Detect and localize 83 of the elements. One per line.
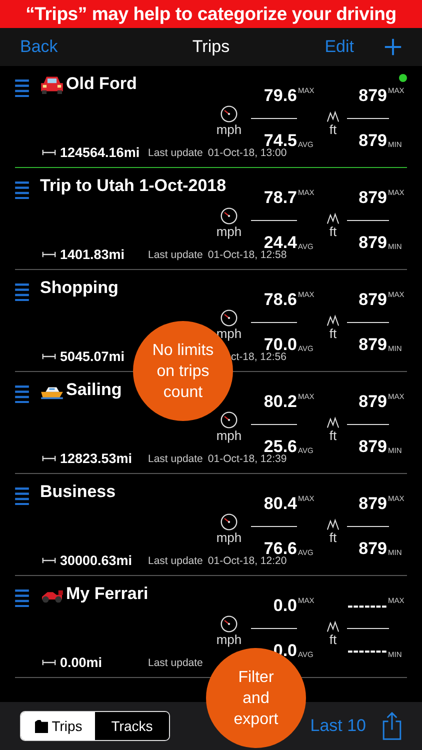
distance-icon bbox=[42, 353, 56, 360]
reorder-icon[interactable] bbox=[15, 384, 29, 403]
add-icon[interactable] bbox=[384, 38, 402, 56]
mountain-icon bbox=[327, 110, 339, 123]
trip-title: Sailing bbox=[66, 380, 122, 400]
distance-icon bbox=[42, 557, 56, 564]
back-button[interactable]: Back bbox=[20, 37, 58, 57]
speed-unit: mph bbox=[216, 530, 242, 544]
speedometer-icon bbox=[220, 308, 238, 326]
last-update-label: Last update bbox=[148, 146, 203, 158]
speed-unit: mph bbox=[216, 224, 242, 238]
trip-distance: 124564.16mi bbox=[60, 145, 141, 160]
max-speed: 78.6 bbox=[262, 290, 297, 310]
reorder-icon[interactable] bbox=[15, 282, 29, 301]
mountain-icon bbox=[327, 416, 339, 429]
reorder-icon[interactable] bbox=[15, 486, 29, 505]
segment-tab[interactable]: Trips bbox=[21, 712, 95, 740]
altitude-unit: ft bbox=[329, 225, 337, 239]
min-altitude: 879 bbox=[358, 335, 387, 355]
altitude-unit: ft bbox=[329, 633, 337, 647]
speedometer-icon bbox=[220, 410, 238, 428]
max-altitude: 879 bbox=[358, 290, 387, 310]
mountain-icon bbox=[327, 518, 339, 531]
last-update-label: Last update bbox=[148, 656, 203, 668]
trip-title: Trip to Utah 1-Oct-2018 bbox=[40, 176, 226, 196]
trip-distance: 0.00mi bbox=[60, 655, 104, 670]
folder-icon bbox=[34, 720, 49, 732]
car-icon bbox=[40, 74, 64, 94]
segment-tab[interactable]: Tracks bbox=[95, 712, 169, 740]
altitude-unit: ft bbox=[329, 327, 337, 341]
active-dot-icon bbox=[399, 74, 407, 82]
max-altitude: 879 bbox=[358, 86, 387, 106]
trip-title: Shopping bbox=[40, 278, 118, 298]
reorder-icon[interactable] bbox=[15, 588, 29, 607]
last-update-label: Last update bbox=[148, 248, 203, 260]
max-altitude: 879 bbox=[358, 392, 387, 412]
distance-icon bbox=[42, 149, 56, 156]
speed-unit: mph bbox=[216, 428, 242, 442]
mountain-icon bbox=[327, 620, 339, 633]
reorder-icon[interactable] bbox=[15, 180, 29, 199]
speedometer-icon bbox=[220, 614, 238, 632]
altitude-unit: ft bbox=[329, 429, 337, 443]
speedometer-icon bbox=[220, 206, 238, 224]
speed-unit: mph bbox=[216, 122, 242, 136]
trip-distance: 5045.07mi bbox=[60, 349, 126, 364]
min-altitude: 879 bbox=[358, 233, 387, 253]
max-altitude: 879 bbox=[358, 494, 387, 514]
altitude-unit: ft bbox=[329, 123, 337, 137]
trip-distance: 1401.83mi bbox=[60, 247, 126, 262]
share-icon[interactable] bbox=[382, 712, 402, 740]
last-update-label: Last update bbox=[148, 554, 203, 566]
trip-distance: 30000.63mi bbox=[60, 553, 134, 568]
max-altitude: ------- bbox=[346, 596, 387, 616]
trip-title: Business bbox=[40, 482, 116, 502]
speedometer-icon bbox=[220, 512, 238, 530]
max-speed: 79.6 bbox=[262, 86, 297, 106]
mountain-icon bbox=[327, 212, 339, 225]
trip-distance: 12823.53mi bbox=[60, 451, 134, 466]
edit-button[interactable]: Edit bbox=[324, 37, 354, 57]
filter-button[interactable]: Last 10 bbox=[310, 716, 366, 736]
altitude-unit: ft bbox=[329, 531, 337, 545]
distance-icon bbox=[42, 455, 56, 462]
trip-title: Old Ford bbox=[66, 74, 137, 94]
distance-icon bbox=[42, 251, 56, 258]
last-update-label: Last update bbox=[148, 452, 203, 464]
max-speed: 0.0 bbox=[272, 596, 297, 616]
max-speed: 80.2 bbox=[262, 392, 297, 412]
trip-title: My Ferrari bbox=[66, 584, 148, 604]
min-altitude: ------- bbox=[346, 641, 387, 661]
distance-icon bbox=[42, 659, 56, 666]
speedometer-icon bbox=[220, 104, 238, 122]
mountain-icon bbox=[327, 314, 339, 327]
max-altitude: 879 bbox=[358, 188, 387, 208]
max-speed: 80.4 bbox=[262, 494, 297, 514]
speed-unit: mph bbox=[216, 632, 242, 646]
max-speed: 78.7 bbox=[262, 188, 297, 208]
speed-unit: mph bbox=[216, 326, 242, 340]
min-altitude: 879 bbox=[358, 539, 387, 559]
min-altitude: 879 bbox=[358, 131, 387, 151]
nav-title: Trips bbox=[191, 37, 231, 57]
banner-text: “Trips” may help to categorize your driving bbox=[0, 0, 422, 28]
reorder-icon[interactable] bbox=[15, 78, 29, 97]
min-altitude: 879 bbox=[358, 437, 387, 457]
